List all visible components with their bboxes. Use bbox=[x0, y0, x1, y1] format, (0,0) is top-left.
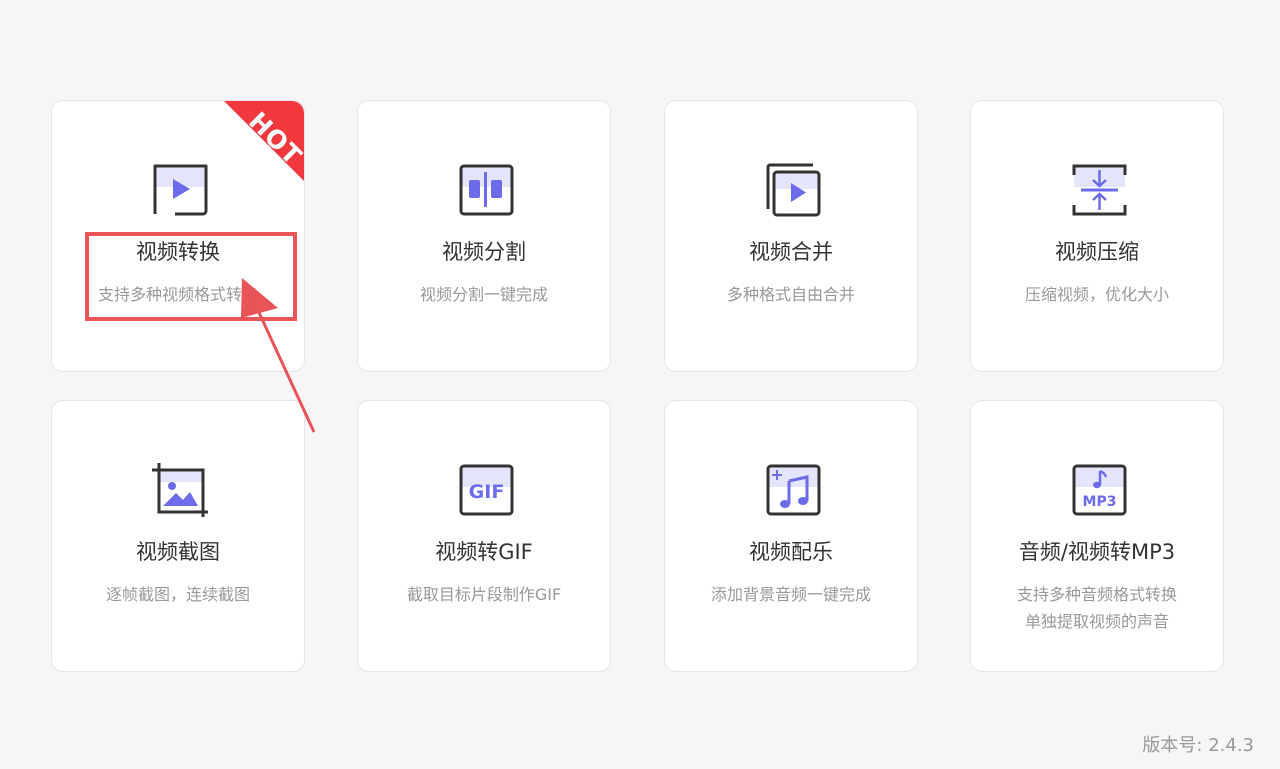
card-to-mp3[interactable]: MP3 音频/视频转MP3 支持多种音频格式转换 单独提取视频的声音 bbox=[970, 400, 1224, 672]
card-title: 视频合并 bbox=[749, 240, 833, 264]
hot-badge: HOT bbox=[212, 101, 304, 193]
video-convert-icon bbox=[150, 161, 208, 219]
card-title: 视频转换 bbox=[136, 240, 220, 264]
card-video-music[interactable]: 视频配乐 添加背景音频一键完成 bbox=[664, 400, 918, 672]
video-screenshot-icon bbox=[150, 461, 208, 519]
video-merge-icon bbox=[763, 161, 821, 219]
card-title: 视频分割 bbox=[442, 240, 526, 264]
card-title: 视频配乐 bbox=[749, 540, 833, 564]
card-video-compress[interactable]: 视频压缩 压缩视频，优化大小 bbox=[970, 100, 1224, 372]
card-description: 截取目标片段制作GIF bbox=[406, 585, 562, 604]
music-add-icon bbox=[763, 461, 821, 519]
card-description: 添加背景音频一键完成 bbox=[710, 585, 871, 604]
card-video-split[interactable]: 视频分割 视频分割一键完成 bbox=[357, 100, 611, 372]
video-compress-icon bbox=[1069, 161, 1127, 219]
card-title: 视频压缩 bbox=[1055, 240, 1139, 264]
card-video-to-gif[interactable]: GIF 视频转GIF 截取目标片段制作GIF bbox=[357, 400, 611, 672]
card-description: 多种格式自由合并 bbox=[726, 285, 855, 304]
card-description-line2: 单独提取视频的声音 bbox=[1024, 612, 1169, 631]
video-split-icon bbox=[456, 161, 514, 219]
mp3-icon-label: MP3 bbox=[1083, 494, 1117, 510]
card-title: 视频截图 bbox=[136, 540, 220, 564]
card-description: 逐帧截图，连续截图 bbox=[105, 585, 250, 604]
mp3-icon: MP3 bbox=[1069, 461, 1127, 519]
card-video-merge[interactable]: 视频合并 多种格式自由合并 bbox=[664, 100, 918, 372]
card-title: 视频转GIF bbox=[435, 540, 533, 564]
tool-grid-page: 视频转换 支持多种视频格式转换 HOT 视频分割 视频分割一键完成 视频合并 多… bbox=[0, 0, 1280, 769]
card-description: 支持多种音频格式转换 bbox=[1016, 585, 1177, 604]
card-video-convert[interactable]: 视频转换 支持多种视频格式转换 HOT bbox=[51, 100, 305, 372]
version-label: 版本号: 2.4.3 bbox=[1142, 735, 1254, 756]
card-video-screenshot[interactable]: 视频截图 逐帧截图，连续截图 bbox=[51, 400, 305, 672]
card-description: 视频分割一键完成 bbox=[419, 285, 548, 304]
card-description: 压缩视频，优化大小 bbox=[1024, 285, 1169, 304]
gif-icon-label: GIF bbox=[469, 481, 505, 503]
gif-icon: GIF bbox=[456, 461, 514, 519]
card-description: 支持多种视频格式转换 bbox=[97, 285, 258, 304]
card-title: 音频/视频转MP3 bbox=[1018, 540, 1176, 564]
